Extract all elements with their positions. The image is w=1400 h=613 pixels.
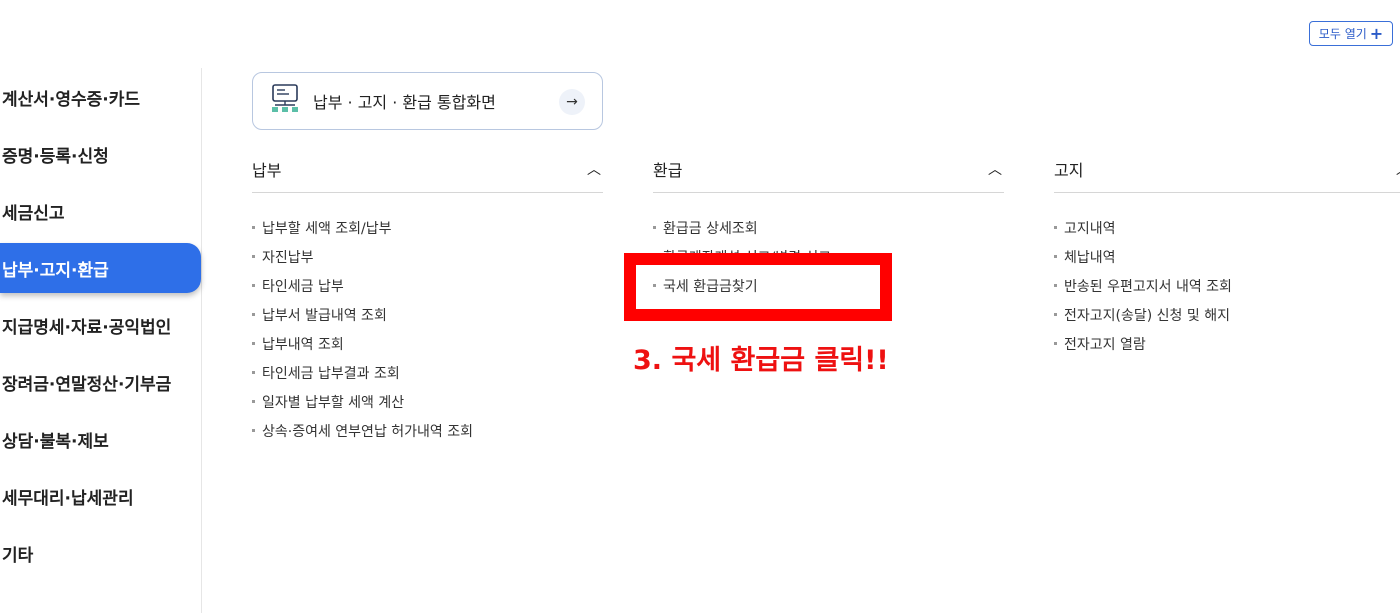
menu-item[interactable]: 전자고지 열람 (1054, 329, 1400, 358)
sidebar-item-label: 세금신고 (2, 203, 65, 224)
menu-item[interactable]: 납부서 발급내역 조회 (252, 300, 603, 329)
column-title: 납부 (252, 161, 282, 180)
sidebar-item-label: 납부·고지·환급 (2, 260, 109, 281)
column-notice: 고지 ︿ 고지내역 체납내역 반송된 우편고지서 내역 조회 전자고지(송달) … (1054, 146, 1400, 358)
menu-item[interactable]: 환급금 상세조회 (653, 213, 1004, 242)
sidebar-item-consulting[interactable]: 상담·불복·제보 (0, 414, 201, 464)
menu-item[interactable]: 전자고지(송달) 신청 및 해지 (1054, 300, 1400, 329)
integrated-screen-label: 납부 · 고지 · 환급 통합화면 (313, 93, 496, 112)
sidebar-item-label: 상담·불복·제보 (2, 431, 109, 452)
menu-item[interactable]: 자진납부 (252, 242, 603, 271)
sidebar-item-label: 계산서·영수증·카드 (2, 89, 141, 110)
sidebar-item-incentives[interactable]: 장려금·연말정산·기부금 (0, 357, 201, 407)
column-payment: 납부 ︿ 납부할 세액 조회/납부 자진납부 타인세금 납부 납부서 발급내역 … (252, 146, 603, 445)
annotation-text: 3. 국세 환급금 클릭!! (633, 345, 889, 376)
menu-item[interactable]: 고지내역 (1054, 213, 1400, 242)
menu-item[interactable]: 체납내역 (1054, 242, 1400, 271)
chevron-up-icon[interactable]: ︿ (587, 159, 601, 179)
column-header-payment[interactable]: 납부 ︿ (252, 146, 603, 193)
column-header-notice[interactable]: 고지 ︿ (1054, 146, 1400, 193)
sidebar-item-label: 지급명세·자료·공익법인 (2, 317, 172, 338)
menu-item[interactable]: 상속·증여세 연부연납 허가내역 조회 (252, 416, 603, 445)
sidebar-item-label: 기타 (2, 545, 34, 566)
sidebar-item-etc[interactable]: 기타 (0, 528, 201, 578)
sidebar-item-label: 증명·등록·신청 (2, 146, 109, 167)
menu-item[interactable]: 납부할 세액 조회/납부 (252, 213, 603, 242)
sidebar-item-label: 세무대리·납세관리 (2, 488, 134, 509)
menu-item[interactable]: 반송된 우편고지서 내역 조회 (1054, 271, 1400, 300)
sidebar-item-receipts[interactable]: 계산서·영수증·카드 (0, 72, 201, 122)
menu-item[interactable]: 타인세금 납부결과 조회 (252, 358, 603, 387)
arrow-right-icon: → (559, 89, 585, 115)
chevron-up-icon[interactable]: ︿ (988, 159, 1002, 179)
chevron-up-icon[interactable]: ︿ (1396, 159, 1400, 179)
open-all-label: 모두 열기 (1318, 27, 1367, 41)
integrated-screen-button[interactable]: 납부 · 고지 · 환급 통합화면 → (252, 72, 603, 130)
sidebar-item-payment[interactable]: 납부·고지·환급 (0, 243, 201, 293)
column-title: 환급 (653, 161, 683, 180)
sidebar-item-statements[interactable]: 지급명세·자료·공익법인 (0, 300, 201, 350)
open-all-button[interactable]: 모두 열기 + (1309, 21, 1393, 46)
column-title: 고지 (1054, 161, 1084, 180)
sidebar-item-agent[interactable]: 세무대리·납세관리 (0, 471, 201, 521)
annotation-highlight-box (624, 253, 892, 321)
menu-item[interactable]: 타인세금 납부 (252, 271, 603, 300)
sidebar-item-label: 장려금·연말정산·기부금 (2, 374, 172, 395)
menu-item[interactable]: 납부내역 조회 (252, 329, 603, 358)
menu-item[interactable]: 일자별 납부할 세액 계산 (252, 387, 603, 416)
sidebar: 계산서·영수증·카드 증명·등록·신청 세금신고 납부·고지·환급 지급명세·자… (0, 68, 202, 613)
plus-icon: + (1369, 23, 1384, 43)
sidebar-item-tax-filing[interactable]: 세금신고 (0, 186, 201, 236)
monitor-network-icon (271, 84, 299, 118)
column-header-refund[interactable]: 환급 ︿ (653, 146, 1004, 193)
sidebar-item-certificates[interactable]: 증명·등록·신청 (0, 129, 201, 179)
